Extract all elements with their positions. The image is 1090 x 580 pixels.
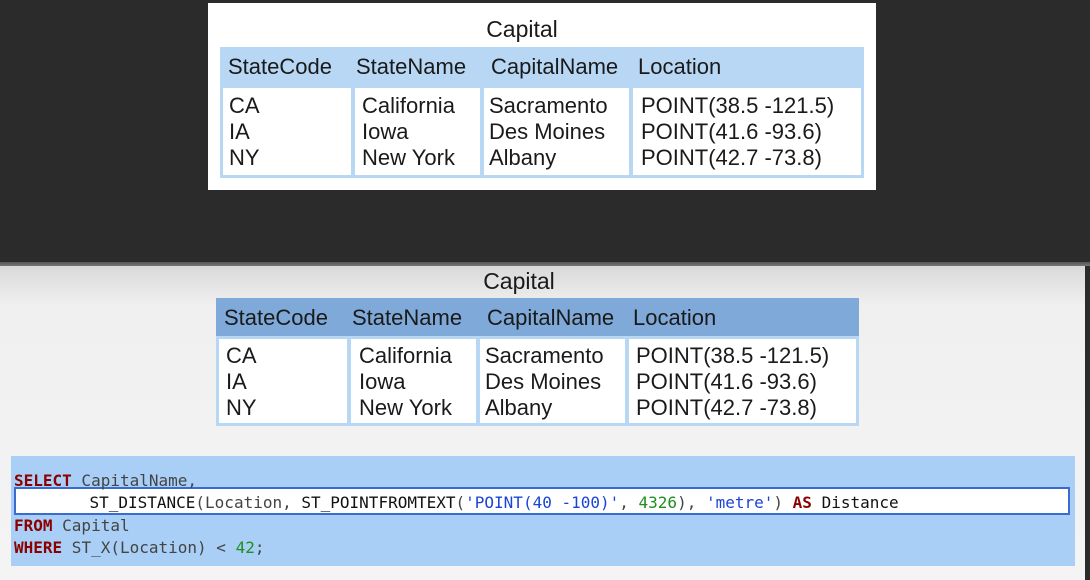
sql-line-2[interactable]: ST_DISTANCE(Location, ST_POINTFROMTEXT('… — [22, 493, 899, 512]
table-cell: New York — [359, 395, 452, 420]
sql-function: ST_DISTANCE — [89, 493, 196, 512]
sql-keyword: WHERE — [14, 538, 63, 557]
sql-text: Distance — [811, 493, 899, 512]
column-location: POINT(38.5 -121.5) POINT(41.6 -93.6) POI… — [626, 336, 859, 426]
sql-text: , — [619, 493, 639, 512]
table-cell: Iowa — [359, 369, 406, 394]
table-cell: Des Moines — [489, 119, 606, 144]
table-cell: POINT(38.5 -121.5) — [636, 343, 830, 368]
column-capitalname: Sacramento Des Moines Albany — [477, 336, 628, 426]
sql-text: ) — [773, 493, 793, 512]
sql-keyword: SELECT — [14, 471, 72, 490]
capital-table: StateCode StateName CapitalName Location… — [220, 47, 864, 178]
column-statename: California Iowa New York — [352, 85, 483, 178]
column-capitalname: Sacramento Des Moines Albany — [481, 85, 632, 178]
table-cell: NY — [229, 145, 260, 170]
sql-string: 'metre' — [705, 493, 774, 512]
column-header-statename: StateName — [352, 305, 463, 330]
table-cell: Sacramento — [485, 343, 604, 368]
table-cell: POINT(42.7 -73.8) — [636, 395, 817, 420]
column-location: POINT(38.5 -121.5) POINT(41.6 -93.6) POI… — [630, 85, 864, 178]
column-header-statecode: StateCode — [224, 305, 328, 330]
column-header-statename: StateName — [356, 54, 467, 79]
table-header-row: StateCode StateName CapitalName Location — [220, 47, 864, 85]
table-cell: IA — [226, 369, 247, 394]
table-cell: Albany — [485, 395, 553, 420]
table-cell: POINT(38.5 -121.5) — [641, 93, 835, 118]
table-cell: POINT(41.6 -93.6) — [641, 119, 822, 144]
column-statecode: CA IA NY — [220, 85, 354, 178]
column-header-capitalname: CapitalName — [491, 54, 619, 79]
sql-string: 'POINT(40 -100)' — [465, 493, 620, 512]
top-table-card: Capital StateCode StateName CapitalName … — [208, 3, 876, 190]
sql-text: ( — [455, 493, 466, 512]
table-caption: Capital — [483, 268, 555, 294]
column-header-statecode: StateCode — [228, 54, 332, 79]
table-cell: Iowa — [362, 119, 409, 144]
sql-text: (Location, — [195, 493, 302, 512]
table-cell: CA — [226, 343, 257, 368]
table-cell: California — [362, 93, 455, 118]
sql-function: ST_POINTFROMTEXT — [301, 493, 456, 512]
column-statecode: CA IA NY — [216, 336, 350, 426]
sql-function: ST_X — [62, 538, 111, 557]
column-header-location: Location — [638, 54, 722, 79]
column-header-location: Location — [633, 305, 717, 330]
sql-text: ; — [254, 538, 265, 557]
sql-keyword: AS — [792, 493, 812, 512]
table-cell: NY — [226, 395, 257, 420]
table-cell: Albany — [489, 145, 557, 170]
sql-number: 4326 — [638, 493, 678, 512]
window-edge — [1085, 266, 1090, 580]
table-cell: POINT(41.6 -93.6) — [636, 369, 817, 394]
capital-table: StateCode StateName CapitalName Location… — [216, 298, 859, 426]
table-cell: Sacramento — [489, 93, 608, 118]
table-caption: Capital — [486, 16, 558, 42]
table-header-row: StateCode StateName CapitalName Location — [216, 298, 859, 336]
sql-line-3[interactable]: FROM Capital — [14, 516, 130, 535]
sql-number: 42 — [235, 538, 255, 557]
sql-line-1[interactable]: SELECT CapitalName, — [14, 471, 197, 490]
column-statename: California Iowa New York — [348, 336, 479, 426]
table-cell: California — [359, 343, 452, 368]
sql-text: Capital — [52, 516, 130, 535]
column-header-capitalname: CapitalName — [487, 305, 615, 330]
table-cell: New York — [362, 145, 455, 170]
sql-text: CapitalName, — [71, 471, 198, 490]
table-cell: POINT(42.7 -73.8) — [641, 145, 822, 170]
sql-keyword: FROM — [14, 516, 53, 535]
sql-text: ), — [677, 493, 706, 512]
table-cell: Des Moines — [485, 369, 602, 394]
table-cell: CA — [229, 93, 260, 118]
sql-line-4[interactable]: WHERE ST_X(Location) < 42; — [14, 538, 264, 557]
table-cell: IA — [229, 119, 250, 144]
sql-text: (Location) < — [110, 538, 236, 557]
